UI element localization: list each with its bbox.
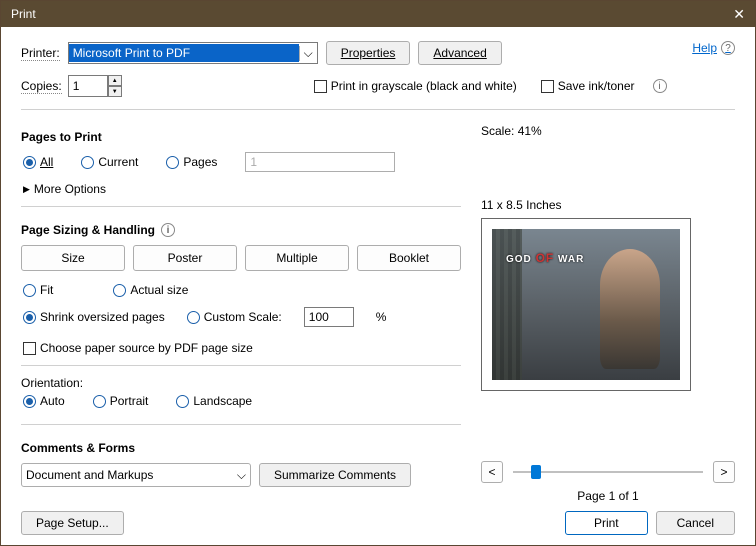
window-title: Print — [11, 7, 36, 21]
cancel-button[interactable]: Cancel — [656, 511, 735, 535]
save-ink-checkbox[interactable]: Save ink/toner — [541, 79, 635, 93]
radio-all[interactable]: All — [23, 155, 53, 169]
comments-title: Comments & Forms — [21, 441, 461, 455]
copies-spinner[interactable]: ▲ ▼ — [68, 75, 122, 97]
multiple-button[interactable]: Multiple — [245, 245, 349, 271]
preview-dims: 11 x 8.5 Inches — [481, 198, 735, 212]
comments-combo[interactable]: Document and Markups ⌵ — [21, 463, 251, 487]
radio-pages[interactable]: Pages — [166, 155, 217, 169]
radio-actual[interactable]: Actual size — [113, 283, 188, 297]
page-indicator: Page 1 of 1 — [481, 489, 735, 503]
page-slider[interactable] — [513, 471, 703, 473]
copies-input[interactable] — [68, 75, 108, 97]
print-button[interactable]: Print — [565, 511, 648, 535]
page-setup-button[interactable]: Page Setup... — [21, 511, 124, 535]
page-prev-button[interactable]: < — [481, 461, 503, 483]
choose-paper-checkbox[interactable]: Choose paper source by PDF page size — [23, 341, 461, 355]
titlebar: Print ✕ — [1, 1, 755, 27]
custom-scale-input[interactable] — [304, 307, 354, 327]
orientation-title: Orientation: — [21, 376, 461, 390]
radio-landscape[interactable]: Landscape — [176, 394, 252, 408]
properties-button[interactable]: Properties — [326, 41, 411, 65]
info-icon[interactable]: i — [653, 79, 667, 93]
summarize-button[interactable]: Summarize Comments — [259, 463, 411, 487]
sizing-title: Page Sizing & Handling — [21, 223, 155, 237]
printer-combo[interactable]: Microsoft Print to PDF ⌵ — [68, 42, 318, 64]
pages-to-print-title: Pages to Print — [21, 130, 461, 144]
booklet-button[interactable]: Booklet — [357, 245, 461, 271]
poster-button[interactable]: Poster — [133, 245, 237, 271]
radio-current[interactable]: Current — [81, 155, 138, 169]
printer-label: Printer: — [21, 46, 60, 61]
print-dialog: Print ✕ Help? Printer: Microsoft Print t… — [0, 0, 756, 546]
chevron-down-icon[interactable]: ⌵ — [237, 468, 246, 483]
spin-up-icon[interactable]: ▲ — [108, 75, 122, 86]
scale-label: Scale: — [481, 124, 514, 138]
grayscale-checkbox[interactable]: Print in grayscale (black and white) — [314, 79, 517, 93]
radio-fit[interactable]: Fit — [23, 283, 53, 297]
pages-input[interactable] — [245, 152, 395, 172]
spin-down-icon[interactable]: ▼ — [108, 86, 122, 97]
printer-value: Microsoft Print to PDF — [69, 44, 299, 62]
radio-custom[interactable]: Custom Scale: — [187, 310, 282, 324]
info-icon[interactable]: i — [161, 223, 175, 237]
triangle-right-icon: ▶ — [23, 184, 30, 195]
slider-thumb[interactable] — [531, 465, 541, 479]
radio-portrait[interactable]: Portrait — [93, 394, 149, 408]
close-icon[interactable]: ✕ — [733, 6, 745, 23]
help-icon: ? — [721, 41, 735, 55]
help-link[interactable]: Help? — [692, 41, 735, 55]
preview-content: GOD OF WAR — [506, 251, 584, 265]
page-next-button[interactable]: > — [713, 461, 735, 483]
radio-auto[interactable]: Auto — [23, 394, 65, 408]
more-options-toggle[interactable]: ▶More Options — [23, 182, 461, 196]
radio-shrink[interactable]: Shrink oversized pages — [23, 310, 165, 324]
chevron-down-icon[interactable]: ⌵ — [299, 46, 317, 61]
scale-value: 41% — [518, 124, 542, 138]
copies-label: Copies: — [21, 79, 62, 94]
print-preview: GOD OF WAR — [481, 218, 691, 391]
advanced-button[interactable]: Advanced — [418, 41, 501, 65]
size-button[interactable]: Size — [21, 245, 125, 271]
